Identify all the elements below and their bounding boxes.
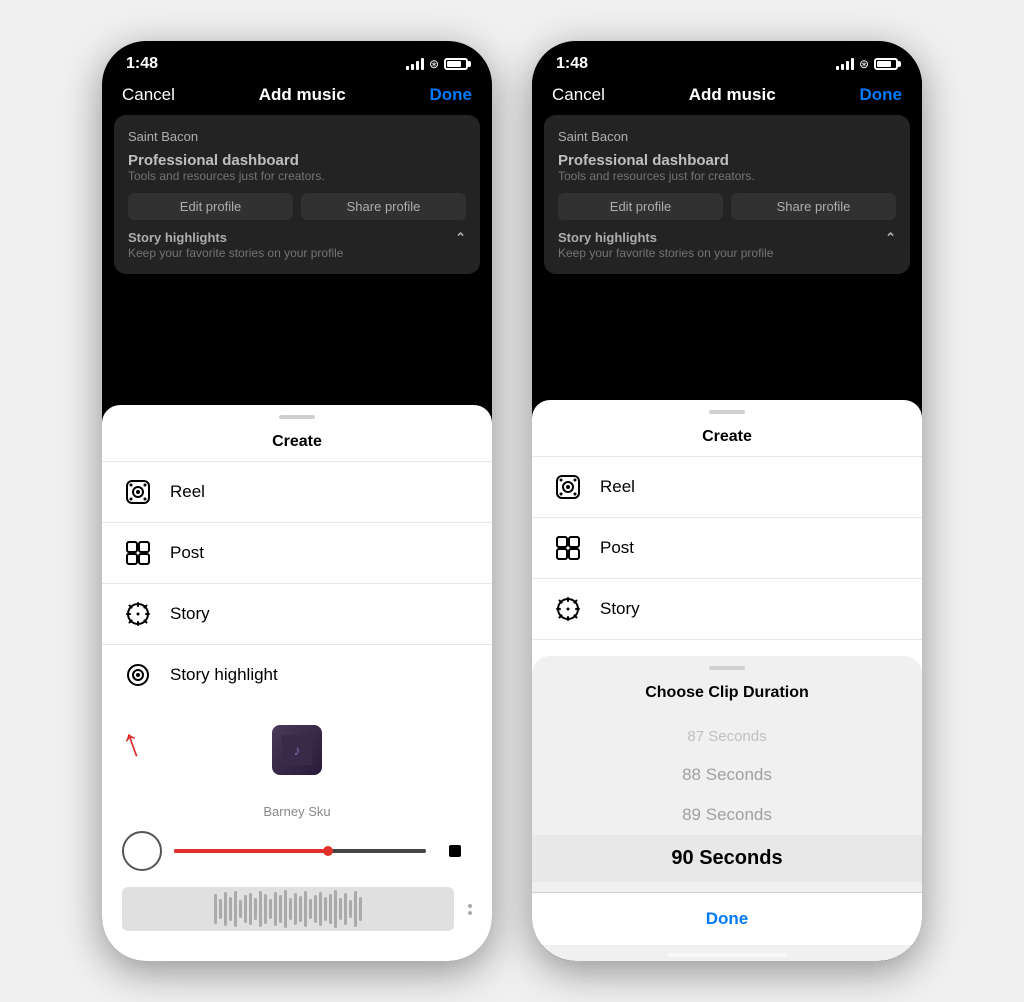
progress-dot-1: [323, 846, 333, 856]
share-profile-btn-1[interactable]: Share profile: [301, 193, 466, 220]
song-title-1: Your Eyes (feat. Taqiya Zam...: [192, 781, 402, 798]
reel-icon-2: [552, 471, 584, 503]
nav-title-1: Add music: [259, 85, 346, 105]
bg-username-2: Saint Bacon: [558, 129, 896, 144]
reel-item-2[interactable]: Reel: [532, 456, 922, 517]
wave-dots-1: [464, 904, 472, 915]
cancel-button-2[interactable]: Cancel: [552, 85, 605, 105]
nav-bar-2: Cancel Add music Done: [532, 81, 922, 115]
story-label-1: Story: [170, 604, 210, 624]
duration-picker[interactable]: 87 Seconds 88 Seconds 89 Seconds 90 Seco…: [532, 708, 922, 892]
signal-icon-2: [836, 58, 854, 70]
stop-button-1[interactable]: [438, 834, 472, 868]
story-item-2[interactable]: Story: [532, 578, 922, 639]
post-icon-2: [552, 532, 584, 564]
reel-item-1[interactable]: Reel: [102, 461, 492, 522]
battery-icon: [444, 58, 468, 70]
clip-sheet-handle: [709, 666, 745, 670]
duration-badge-1[interactable]: 90: [122, 831, 162, 871]
bg-profile-1: Saint Bacon Professional dashboard Tools…: [114, 115, 480, 274]
reel-label-2: Reel: [600, 477, 635, 497]
wifi-icon: ⊛: [429, 57, 439, 71]
done-button-2[interactable]: Done: [859, 85, 902, 105]
home-indicator-1: [237, 953, 357, 957]
home-indicator-2: [667, 953, 787, 957]
story-highlights-2: Story highlights ⌃: [558, 230, 896, 246]
duration-90[interactable]: 90 Seconds: [532, 835, 922, 882]
player-controls-1: 90: [122, 825, 472, 877]
highlight-icon-1: [122, 659, 154, 691]
sheet-handle-1: [279, 415, 315, 419]
music-player-1: ♪ Your Eyes (feat. Taqiya Zam... Barney …: [102, 705, 492, 945]
waveform-area-1: [122, 883, 472, 935]
status-icons-2: ⊛: [836, 57, 898, 71]
status-time-1: 1:48: [126, 55, 158, 73]
bg-dashboard-sub-1: Tools and resources just for creators.: [128, 169, 466, 183]
progress-fill-1: [174, 849, 325, 853]
story-icon-1: [122, 598, 154, 630]
bg-profile-2: Saint Bacon Professional dashboard Tools…: [544, 115, 910, 274]
story-highlights-1: Story highlights ⌃: [128, 230, 466, 246]
story-highlights-sub-1: Keep your favorite stories on your profi…: [128, 246, 466, 260]
reel-icon-1: [122, 476, 154, 508]
post-item-1[interactable]: Post: [102, 522, 492, 583]
post-item-2[interactable]: Post: [532, 517, 922, 578]
post-icon-1: [122, 537, 154, 569]
share-profile-btn-2[interactable]: Share profile: [731, 193, 896, 220]
song-artist-1: Barney Sku: [263, 804, 330, 819]
svg-text:♪: ♪: [294, 742, 301, 758]
story-item-1[interactable]: Story: [102, 583, 492, 644]
clip-duration-title: Choose Clip Duration: [532, 684, 922, 702]
edit-profile-btn-2[interactable]: Edit profile: [558, 193, 723, 220]
status-bar-2: 1:48 ⊛: [532, 41, 922, 81]
arrow-annotation-1: ↑: [122, 721, 142, 766]
create-sheet-1: Create Reel: [102, 405, 492, 961]
phone-2: 1:48 ⊛ Cancel Add music Done Saint Bacon…: [532, 41, 922, 961]
duration-87[interactable]: 87 Seconds: [532, 718, 922, 755]
reel-label-1: Reel: [170, 482, 205, 502]
post-label-2: Post: [600, 538, 634, 558]
bg-profile-buttons-1: Edit profile Share profile: [128, 193, 466, 220]
edit-profile-btn-1[interactable]: Edit profile: [128, 193, 293, 220]
highlight-label-1: Story highlight: [170, 665, 278, 685]
create-title-1: Create: [102, 433, 492, 451]
story-highlights-sub-2: Keep your favorite stories on your profi…: [558, 246, 896, 260]
phone-1: 1:48 ⊛ Cancel Add music Done Saint Bacon…: [102, 41, 492, 961]
signal-icon: [406, 58, 424, 70]
clip-duration-sheet: Choose Clip Duration 87 Seconds 88 Secon…: [532, 656, 922, 961]
story-label-2: Story: [600, 599, 640, 619]
highlight-item-1[interactable]: Story highlight: [102, 644, 492, 705]
nav-title-2: Add music: [689, 85, 776, 105]
story-icon-2: [552, 593, 584, 625]
clip-done-button[interactable]: Done: [532, 892, 922, 945]
bg-username-1: Saint Bacon: [128, 129, 466, 144]
album-art-1: ♪: [272, 725, 322, 775]
wifi-icon-2: ⊛: [859, 57, 869, 71]
create-title-2: Create: [532, 428, 922, 446]
duration-89[interactable]: 89 Seconds: [532, 795, 922, 835]
battery-icon-2: [874, 58, 898, 70]
waveform-1[interactable]: [122, 887, 454, 931]
status-time-2: 1:48: [556, 55, 588, 73]
progress-bar-1[interactable]: [174, 849, 426, 853]
bg-dashboard-sub-2: Tools and resources just for creators.: [558, 169, 896, 183]
bg-dashboard-title-1: Professional dashboard: [128, 152, 466, 169]
status-bar-1: 1:48 ⊛: [102, 41, 492, 81]
bg-dashboard-title-2: Professional dashboard: [558, 152, 896, 169]
post-label-1: Post: [170, 543, 204, 563]
status-icons-1: ⊛: [406, 57, 468, 71]
done-button-1[interactable]: Done: [429, 85, 472, 105]
sheet-handle-2: [709, 410, 745, 414]
stop-icon-1: [449, 845, 461, 857]
nav-bar-1: Cancel Add music Done: [102, 81, 492, 115]
duration-88[interactable]: 88 Seconds: [532, 755, 922, 795]
bg-profile-buttons-2: Edit profile Share profile: [558, 193, 896, 220]
cancel-button-1[interactable]: Cancel: [122, 85, 175, 105]
